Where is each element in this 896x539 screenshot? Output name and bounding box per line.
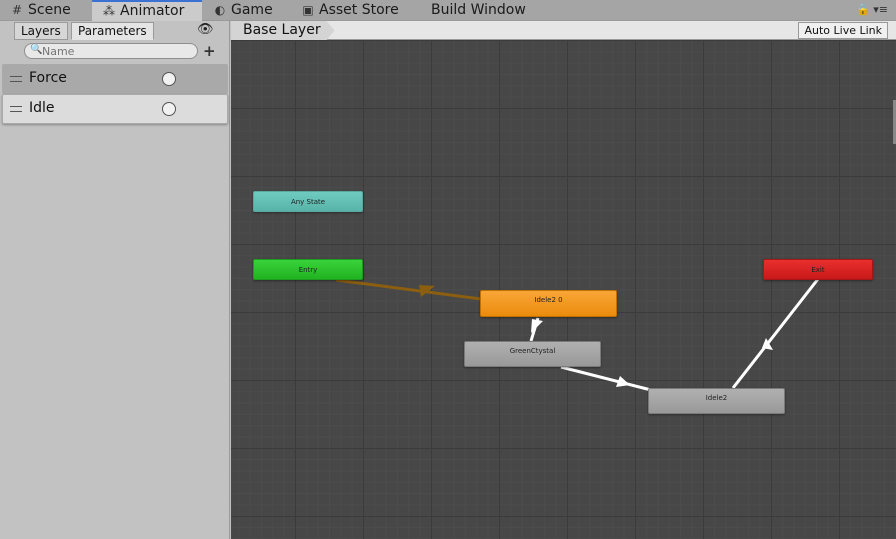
state-entry[interactable]: Entry — [253, 259, 363, 280]
window-tab-bar: # Scene ⁂ Animator ◐ Game ▣ Asset Store Buil… — [0, 0, 896, 21]
tab-layers[interactable]: Layers — [14, 22, 68, 40]
tab-animator[interactable]: ⁂ Animator — [92, 0, 202, 21]
tab-asset-store[interactable]: ▣ Asset Store — [301, 0, 399, 21]
parameter-row[interactable]: Force — [2, 64, 228, 94]
panel-tabs: Layers Parameters 👁 — [0, 21, 230, 41]
add-parameter-icon[interactable]: + — [203, 42, 216, 60]
state-idele2-0[interactable]: Idele2 0 — [480, 290, 617, 317]
transition-idele2-to-exit[interactable] — [731, 278, 820, 389]
breadcrumb[interactable]: Base Layer — [231, 21, 335, 40]
transition-green-to-idele2[interactable] — [560, 365, 652, 392]
state-idele2[interactable]: Idele2 — [648, 388, 785, 414]
graph-header: Base Layer Auto Live Link — [231, 21, 896, 40]
tab-game-label: Game — [231, 2, 273, 18]
tab-build-window[interactable]: Build Window — [431, 0, 526, 21]
tab-parameters[interactable]: Parameters — [71, 22, 154, 40]
parameters-panel: Layers Parameters 👁 🔍 + Force Idle — [0, 21, 230, 539]
auto-live-link-button[interactable]: Auto Live Link — [798, 22, 888, 39]
arrowhead — [531, 319, 543, 333]
tab-game[interactable]: ◐ Game — [213, 0, 273, 21]
search-box[interactable]: 🔍 — [24, 43, 198, 59]
arrowhead — [419, 285, 435, 297]
eye-icon[interactable]: 👁 — [197, 22, 214, 37]
animator-icon: ⁂ — [103, 4, 115, 18]
drag-handle-icon[interactable] — [10, 76, 22, 82]
menu-icon[interactable]: ▾≡ — [873, 3, 888, 16]
parameter-row[interactable]: Idle — [2, 94, 228, 124]
state-any-state[interactable]: Any State — [253, 191, 363, 212]
search-input[interactable] — [42, 45, 192, 58]
state-exit[interactable]: Exit — [763, 259, 873, 280]
transition-entry-to-idele2-0[interactable] — [335, 278, 482, 301]
drag-handle-icon[interactable] — [10, 106, 22, 112]
trigger-toggle[interactable] — [162, 102, 176, 116]
search-row: 🔍 + — [0, 41, 230, 63]
lock-icon[interactable]: 🔒 — [856, 3, 870, 16]
search-icon: 🔍 — [30, 44, 43, 55]
tab-asset-store-label: Asset Store — [319, 2, 399, 18]
shopping-bag-icon: ▣ — [302, 3, 314, 17]
tab-build-window-label: Build Window — [431, 2, 526, 18]
tab-scene[interactable]: # Scene — [10, 0, 71, 21]
window-controls: 🔒 ▾≡ — [856, 3, 888, 16]
trigger-toggle[interactable] — [162, 72, 176, 86]
parameter-name: Idle — [29, 100, 55, 116]
tab-scene-label: Scene — [28, 2, 71, 18]
parameter-name: Force — [29, 70, 67, 86]
tab-animator-label: Animator — [120, 3, 185, 19]
animator-graph[interactable]: Any State Entry Exit Idele2 0 GreenCtyst… — [231, 40, 896, 539]
pacman-icon: ◐ — [214, 3, 226, 17]
state-green-ctystal[interactable]: GreenCtystal — [464, 341, 601, 367]
grid-icon: # — [11, 3, 23, 17]
